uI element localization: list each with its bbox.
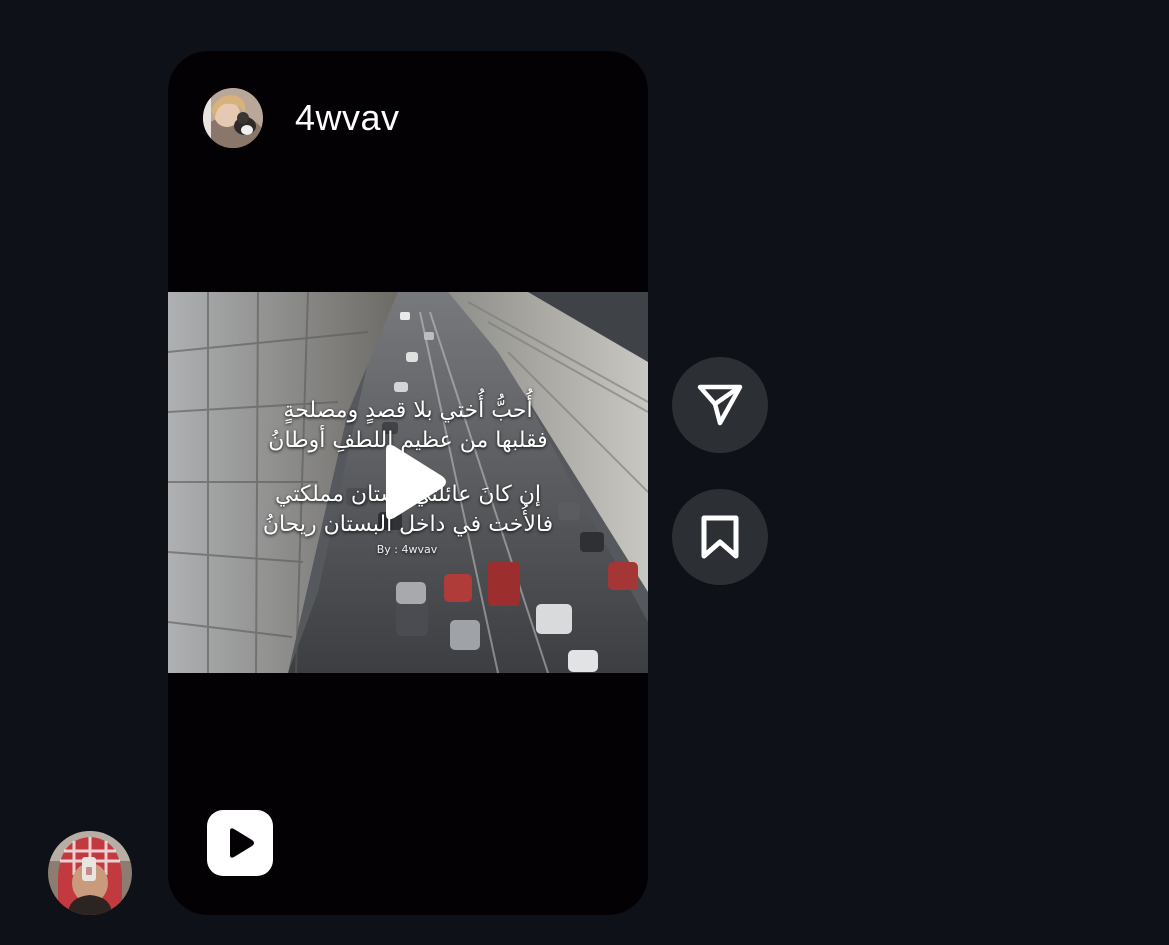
caption-credit: By : 4wvav [376, 543, 438, 556]
bookmark-icon [701, 515, 739, 559]
author-username[interactable]: 4wvav [295, 97, 400, 139]
share-button[interactable] [672, 357, 768, 453]
post-card[interactable]: 4wvav أُحبُّ أُختي بلا قصدٍ ومصلحةٍ فقلب… [168, 51, 648, 915]
author-avatar[interactable] [203, 88, 263, 148]
page: 4wvav أُحبُّ أُختي بلا قصدٍ ومصلحةٍ فقلب… [0, 0, 1169, 945]
play-icon[interactable] [370, 440, 450, 524]
video-thumbnail[interactable]: أُحبُّ أُختي بلا قصدٍ ومصلحةٍ فقلبها من … [168, 292, 648, 673]
save-button[interactable] [672, 489, 768, 585]
current-user-avatar[interactable] [48, 831, 132, 915]
reel-icon [207, 810, 273, 876]
caption-line: أُحبُّ أُختي بلا قصدٍ ومصلحةٍ [283, 398, 533, 423]
author-avatar-image [203, 88, 263, 148]
post-header: 4wvav [203, 87, 400, 149]
send-icon [697, 384, 743, 426]
user-avatar-image [48, 831, 132, 915]
reel-play-glyph [230, 828, 254, 858]
